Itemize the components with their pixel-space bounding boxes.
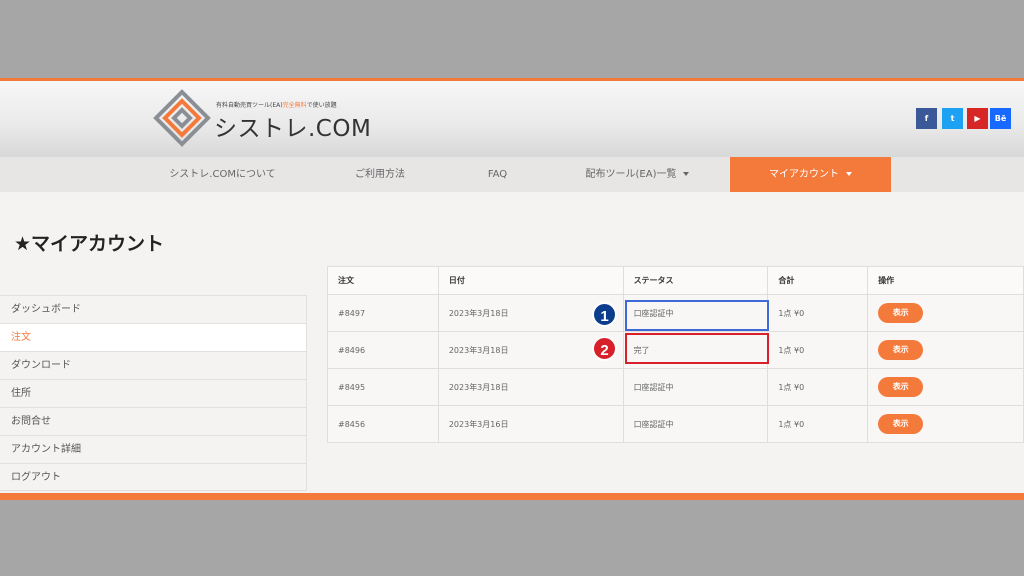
nav-item-my-account-label: マイアカウント <box>769 169 839 180</box>
nav-item-tools[interactable]: 配布ツール(EA)一覧 <box>570 157 705 192</box>
sidebar-item-address[interactable]: 住所 <box>0 379 306 407</box>
behance-icon[interactable]: Bē <box>990 108 1011 129</box>
order-actions: 表示 <box>867 294 1024 332</box>
order-actions: 表示 <box>867 331 1024 369</box>
order-total: 1点 ¥0 <box>767 368 869 406</box>
order-actions: 表示 <box>867 405 1024 443</box>
site-name[interactable]: シストレ.COM <box>214 109 371 143</box>
nav-item-faq[interactable]: FAQ <box>465 157 530 192</box>
column-header-date: 日付 <box>437 266 624 295</box>
chevron-down-icon <box>683 172 690 176</box>
page-title: ★マイアカウント <box>14 233 165 255</box>
highlight-box-status-complete <box>625 333 769 364</box>
highlight-box-status-pending <box>625 300 769 331</box>
bottom-accent-line <box>0 493 1024 500</box>
nav-item-tools-label: 配布ツール(EA)一覧 <box>585 169 677 180</box>
order-actions: 表示 <box>867 368 1024 406</box>
sidebar-item-logout[interactable]: ログアウト <box>0 463 306 491</box>
logo-icon[interactable] <box>152 88 212 148</box>
main-nav: シストレ.COMについて ご利用方法 FAQ 配布ツール(EA)一覧 マイアカウ… <box>0 157 1024 192</box>
table-header-row: 注文 日付 ステータス 合計 操作 <box>327 266 1024 295</box>
nav-item-my-account[interactable]: マイアカウント <box>730 157 891 192</box>
order-total: 1点 ¥0 <box>767 405 869 443</box>
twitter-icon[interactable]: t <box>942 108 963 129</box>
order-number[interactable]: #8456 <box>327 405 439 443</box>
site-tagline: 有料自動売買ツール(EA)完全無料で使い放題 <box>216 100 337 109</box>
youtube-icon[interactable]: ▶ <box>967 108 988 129</box>
annotation-badge-1: 1 <box>592 302 617 327</box>
order-date: 2023年3月18日 <box>437 368 624 406</box>
column-header-actions: 操作 <box>867 266 1024 295</box>
view-order-button[interactable]: 表示 <box>878 377 924 397</box>
nav-item-usage[interactable]: ご利用方法 <box>325 157 435 192</box>
tagline-text-end: で使い放題 <box>306 102 337 109</box>
order-date: 2023年3月16日 <box>437 405 624 443</box>
tagline-highlight: 完全無料 <box>282 102 307 109</box>
sidebar-item-account-details[interactable]: アカウント詳細 <box>0 435 306 463</box>
order-status: 口座認証中 <box>622 368 769 406</box>
order-total: 1点 ¥0 <box>767 331 869 369</box>
site-frame: 有料自動売買ツール(EA)完全無料で使い放題 シストレ.COM f t ▶ Bē… <box>0 78 1024 500</box>
table-row: #8456 2023年3月16日 口座認証中 1点 ¥0 表示 <box>327 405 1024 443</box>
order-total: 1点 ¥0 <box>767 294 869 332</box>
order-number[interactable]: #8495 <box>327 368 439 406</box>
site-header: 有料自動売買ツール(EA)完全無料で使い放題 シストレ.COM f t ▶ Bē <box>0 81 1024 157</box>
sidebar-divider <box>306 295 307 491</box>
sidebar-item-orders[interactable]: 注文 <box>0 323 306 351</box>
nav-item-about[interactable]: シストレ.COMについて <box>150 157 295 192</box>
column-header-status: ステータス <box>622 266 769 295</box>
view-order-button[interactable]: 表示 <box>878 340 924 360</box>
column-header-total: 合計 <box>767 266 869 295</box>
tagline-text: 有料自動売買ツール(EA) <box>216 102 283 109</box>
sidebar-item-downloads[interactable]: ダウンロード <box>0 351 306 379</box>
view-order-button[interactable]: 表示 <box>878 414 924 434</box>
table-row: #8495 2023年3月18日 口座認証中 1点 ¥0 表示 <box>327 368 1024 406</box>
sidebar-item-contact[interactable]: お問合せ <box>0 407 306 435</box>
column-header-order: 注文 <box>327 266 439 295</box>
order-status: 口座認証中 <box>622 405 769 443</box>
account-sidebar: ダッシュボード 注文 ダウンロード 住所 お問合せ アカウント詳細 ログアウト <box>0 295 306 491</box>
facebook-icon[interactable]: f <box>916 108 937 129</box>
order-number[interactable]: #8497 <box>327 294 439 332</box>
view-order-button[interactable]: 表示 <box>878 303 924 323</box>
chevron-down-icon <box>846 172 852 176</box>
annotation-badge-2: 2 <box>592 336 617 361</box>
sidebar-item-dashboard[interactable]: ダッシュボード <box>0 295 306 323</box>
order-number[interactable]: #8496 <box>327 331 439 369</box>
